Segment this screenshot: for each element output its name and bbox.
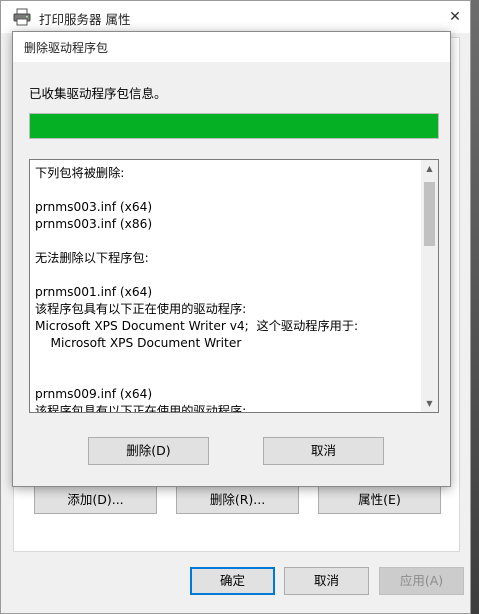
detail-line: 下列包将被删除: bbox=[35, 166, 125, 180]
dialog-title-bar: 删除驱动程序包 bbox=[13, 32, 450, 62]
printer-icon bbox=[13, 8, 31, 29]
detail-line bbox=[35, 369, 418, 386]
detail-line: 无法删除以下程序包: bbox=[35, 251, 149, 265]
delete-button[interactable]: 删除(D) bbox=[88, 437, 209, 465]
detail-line bbox=[35, 267, 418, 284]
ok-button[interactable]: 确定 bbox=[190, 567, 275, 595]
detail-line: 该程序包具有以下正在使用的驱动程序: bbox=[35, 404, 247, 413]
vertical-scrollbar[interactable]: ▲ ▼ bbox=[421, 160, 438, 412]
outer-window-title: 打印服务器 属性 bbox=[39, 12, 131, 27]
progress-fill bbox=[30, 114, 438, 138]
progress-bar bbox=[29, 113, 439, 139]
remove-driver-package-dialog: 删除驱动程序包 已收集驱动程序包信息。 下列包将被删除: prnms003.in… bbox=[12, 31, 451, 487]
detail-line: prnms009.inf (x64) bbox=[35, 387, 153, 401]
driver-properties-button[interactable]: 属性(E) bbox=[318, 486, 441, 514]
package-details-lines: 下列包将被删除: prnms003.inf (x64) prnms003.inf … bbox=[35, 165, 418, 413]
close-icon[interactable]: ✕ bbox=[443, 5, 467, 29]
scroll-thumb[interactable] bbox=[424, 182, 435, 246]
detail-line: Microsoft XPS Document Writer v4; 这个驱动程序… bbox=[35, 319, 359, 333]
detail-line: prnms003.inf (x86) bbox=[35, 217, 153, 231]
status-text: 已收集驱动程序包信息。 bbox=[29, 86, 167, 101]
outer-title-bar: 打印服务器 属性 ✕ bbox=[1, 1, 470, 33]
detail-line bbox=[35, 352, 418, 369]
add-driver-button[interactable]: 添加(D)... bbox=[34, 486, 157, 514]
detail-line bbox=[35, 233, 418, 250]
apply-button[interactable]: 应用(A) bbox=[379, 567, 464, 595]
detail-line: prnms001.inf (x64) bbox=[35, 285, 153, 299]
scroll-down-icon[interactable]: ▼ bbox=[421, 395, 438, 412]
dialog-cancel-button[interactable]: 取消 bbox=[263, 437, 384, 465]
package-details-textbox[interactable]: 下列包将被删除: prnms003.inf (x64) prnms003.inf … bbox=[29, 159, 439, 413]
detail-line: prnms003.inf (x64) bbox=[35, 200, 153, 214]
remove-driver-button[interactable]: 删除(R)... bbox=[176, 486, 299, 514]
cancel-button[interactable]: 取消 bbox=[284, 567, 369, 595]
detail-line: 该程序包具有以下正在使用的驱动程序: bbox=[35, 302, 247, 316]
detail-line: Microsoft XPS Document Writer bbox=[35, 336, 242, 350]
desktop-backdrop bbox=[470, 0, 479, 614]
dialog-title: 删除驱动程序包 bbox=[24, 41, 109, 55]
scroll-up-icon[interactable]: ▲ bbox=[421, 160, 438, 177]
detail-line bbox=[35, 182, 418, 199]
